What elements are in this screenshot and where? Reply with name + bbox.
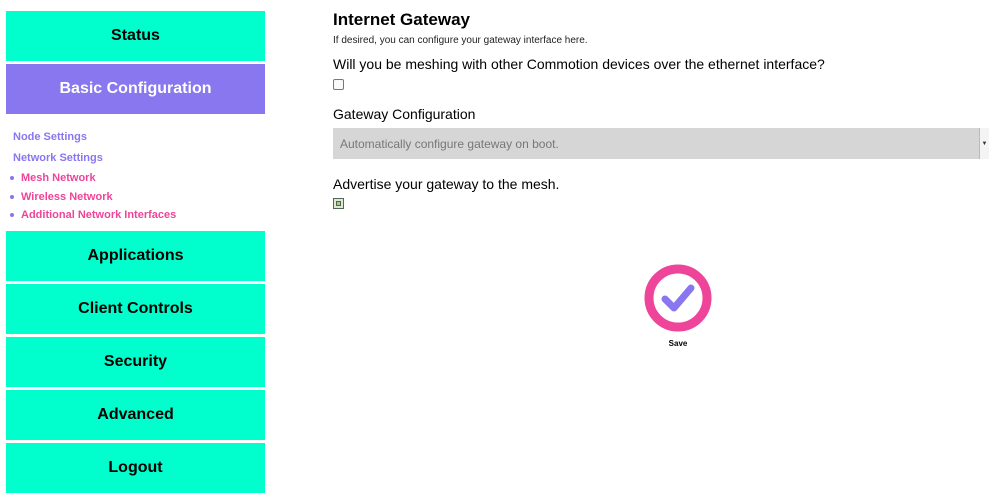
nav-client-controls[interactable]: Client Controls	[6, 283, 265, 334]
nav-applications[interactable]: Applications	[6, 230, 265, 281]
nav-logout-label: Logout	[108, 458, 163, 476]
checkbox-checked-icon	[336, 201, 341, 206]
subnav-node-settings[interactable]: Node Settings	[13, 127, 265, 148]
nav-client-controls-label: Client Controls	[78, 299, 193, 317]
advertise-label: Advertise your gateway to the mesh.	[333, 176, 560, 192]
nav-security[interactable]: Security	[6, 336, 265, 387]
save-check-icon[interactable]	[644, 264, 712, 332]
nav-security-label: Security	[103, 352, 168, 370]
subnav-additional-network-interfaces[interactable]: Additional Network Interfaces	[10, 206, 265, 225]
subnav-mesh-network-label: Mesh Network	[21, 172, 96, 184]
bullet-icon	[10, 176, 14, 181]
nav-advanced[interactable]: Advanced	[6, 389, 265, 440]
save-button[interactable]: Save	[643, 264, 713, 348]
gateway-config-select[interactable]: Automatically configure gateway on boot.…	[333, 128, 989, 159]
dropdown-arrow-icon[interactable]: ▼	[979, 128, 989, 159]
subnav-network-settings[interactable]: Network Settings	[13, 148, 265, 169]
save-label: Save	[668, 339, 688, 348]
subnav-wireless-network[interactable]: Wireless Network	[10, 188, 265, 207]
gateway-config-label: Gateway Configuration	[333, 106, 476, 122]
bullet-icon	[10, 194, 14, 199]
nav-advanced-label: Advanced	[97, 405, 174, 423]
advertise-checkbox[interactable]	[333, 198, 344, 209]
subnav-additional-network-interfaces-label: Additional Network Interfaces	[21, 209, 177, 221]
subnav: Node Settings Network Settings Mesh Netw…	[6, 117, 265, 231]
meshing-question: Will you be meshing with other Commotion…	[333, 56, 825, 72]
nav-applications-label: Applications	[87, 246, 184, 264]
page-title: Internet Gateway	[333, 10, 470, 29]
nav-logout[interactable]: Logout	[6, 442, 265, 493]
nav-basic-configuration-label: Basic Configuration	[59, 80, 212, 97]
nav-status[interactable]: Status	[6, 11, 265, 61]
meshing-checkbox[interactable]	[333, 79, 344, 90]
subnav-wireless-network-label: Wireless Network	[21, 190, 113, 203]
gateway-config-value: Automatically configure gateway on boot.	[340, 136, 559, 151]
sidebar: Status Basic Configuration Node Settings…	[6, 11, 265, 496]
nav-status-label: Status	[111, 27, 160, 44]
main-content: Internet Gateway If desired, you can con…	[333, 10, 989, 209]
nav-basic-configuration[interactable]: Basic Configuration	[6, 64, 265, 114]
subnav-mesh-network[interactable]: Mesh Network	[10, 169, 265, 188]
page-subtitle: If desired, you can configure your gatew…	[333, 35, 588, 46]
bullet-icon	[10, 213, 14, 218]
